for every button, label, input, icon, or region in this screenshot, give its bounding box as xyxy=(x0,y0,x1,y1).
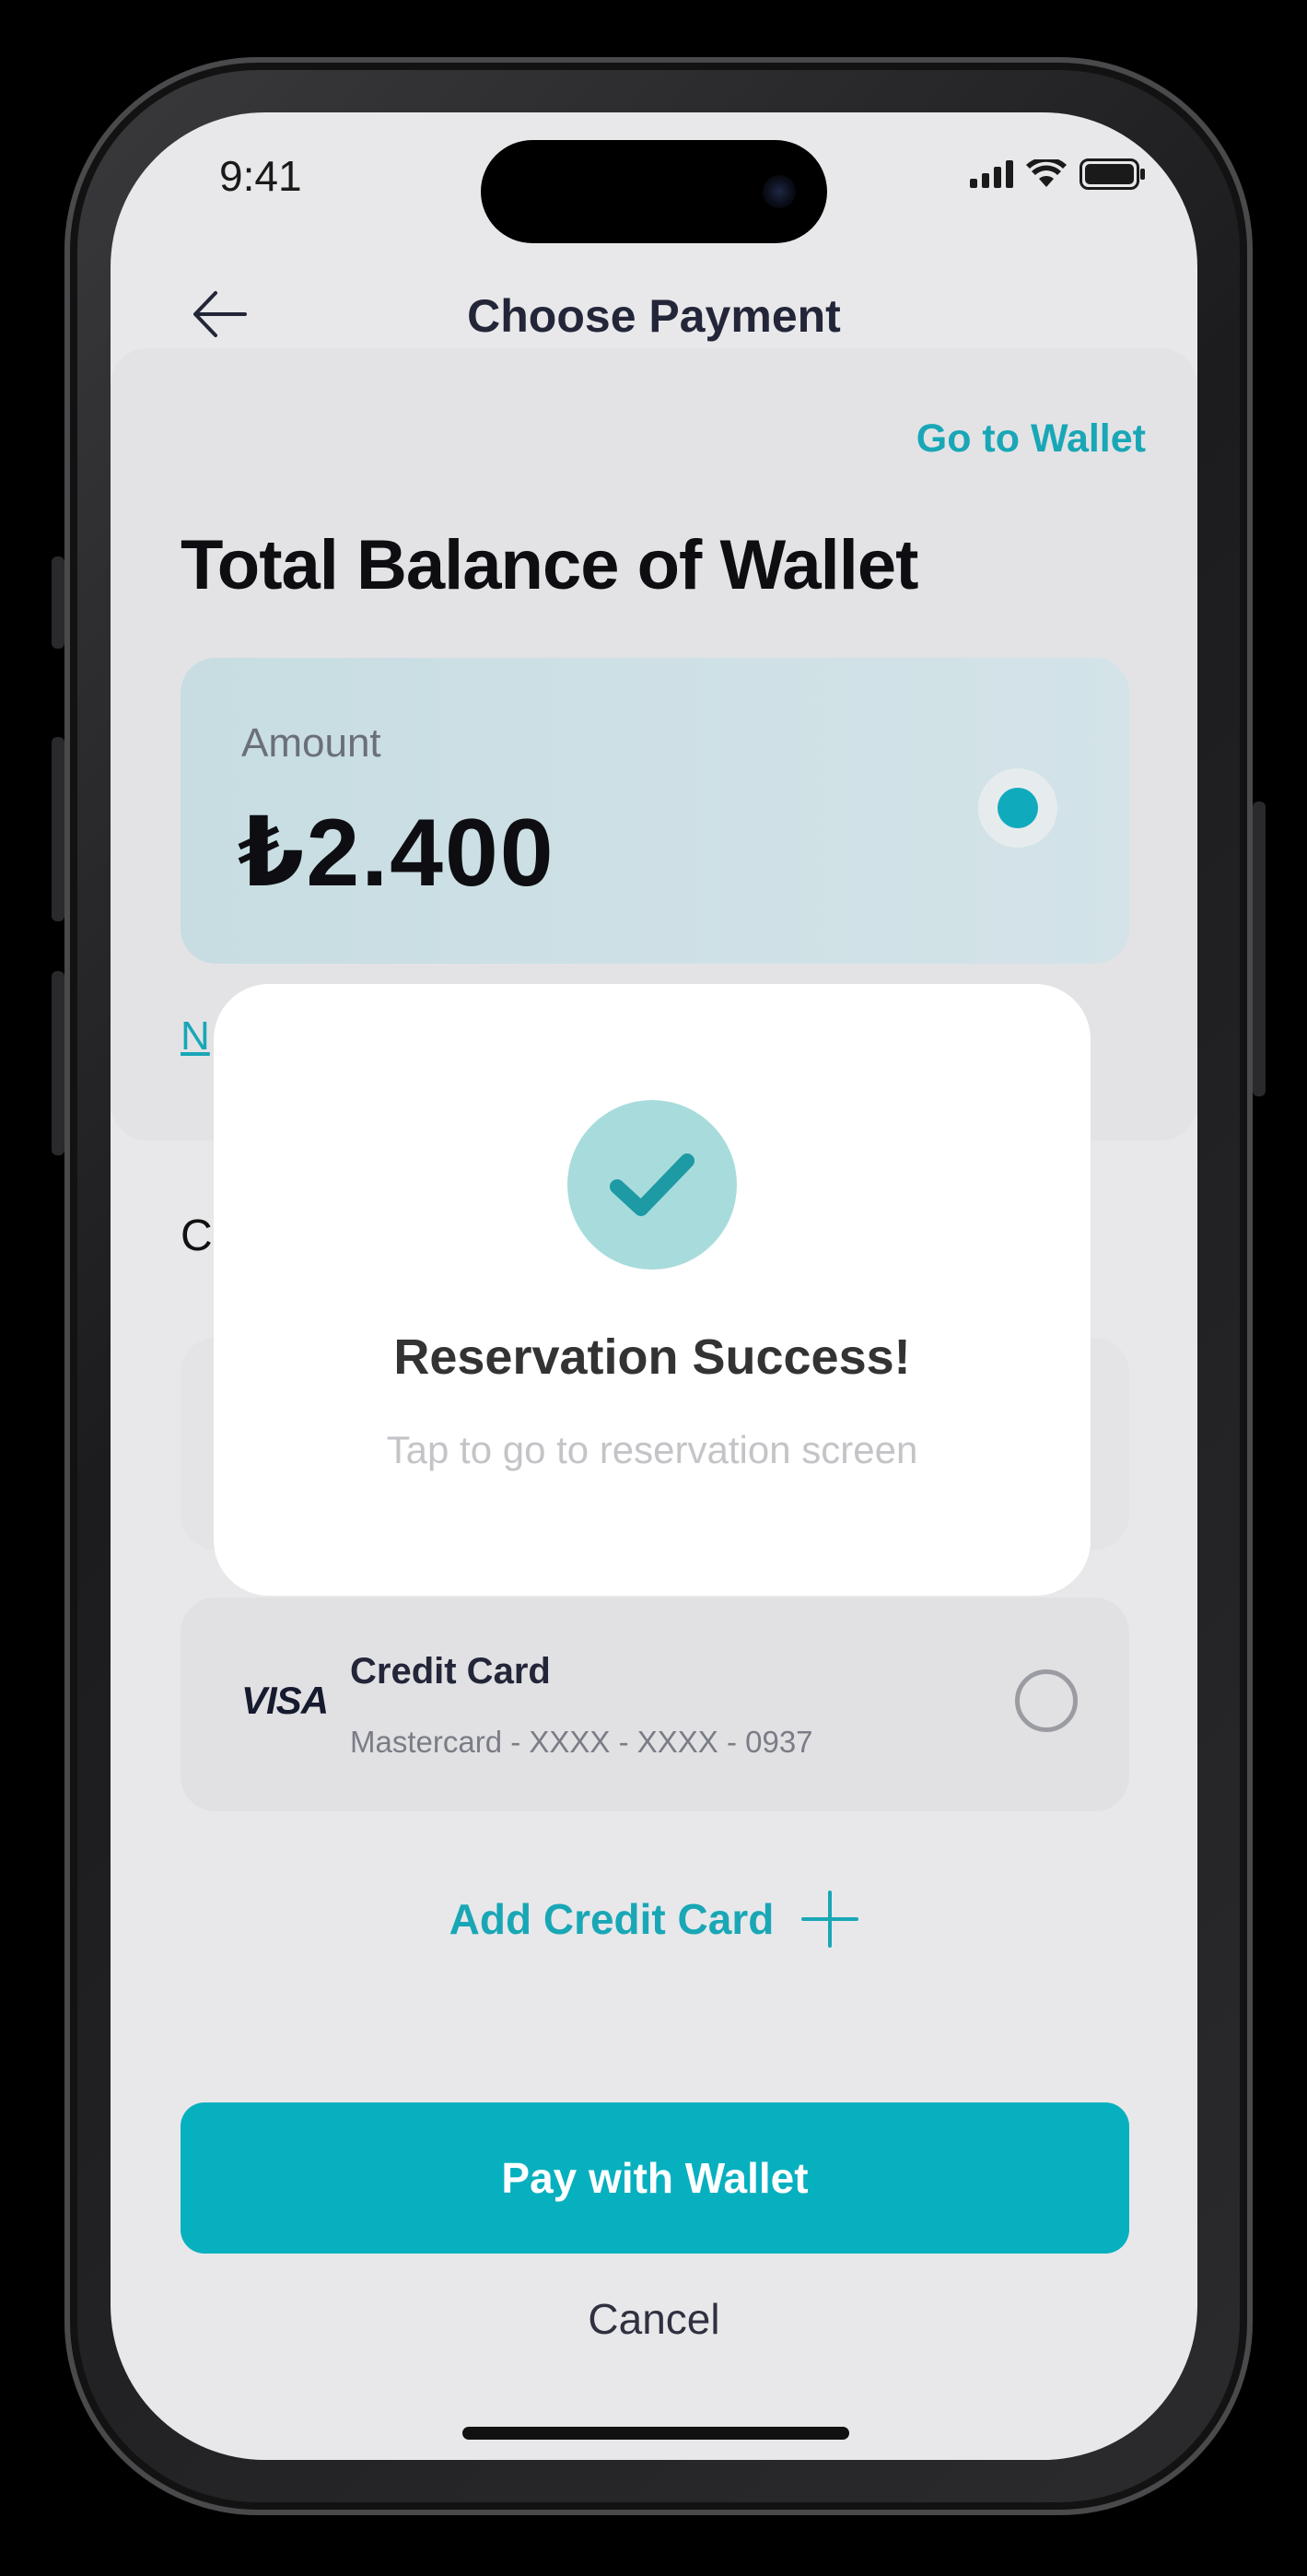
action-button xyxy=(52,556,64,649)
credit-card-number: Mastercard - XXXX - XXXX - 0937 xyxy=(350,1725,813,1759)
dynamic-island xyxy=(481,140,827,243)
cellular-signal-icon xyxy=(970,160,1013,188)
page-title: Choose Payment xyxy=(467,290,841,342)
power-button xyxy=(1253,802,1266,1096)
credit-card-option[interactable]: VISA Credit Card Mastercard - XXXX - XXX… xyxy=(181,1598,1129,1811)
add-credit-card-button[interactable]: Add Credit Card xyxy=(111,1891,1197,1948)
go-to-wallet-link[interactable]: Go to Wallet xyxy=(916,416,1146,462)
cancel-button[interactable]: Cancel xyxy=(111,2294,1197,2344)
pay-with-wallet-button[interactable]: Pay with Wallet xyxy=(181,2102,1129,2254)
status-time: 9:41 xyxy=(219,152,302,200)
reservation-success-modal[interactable]: Reservation Success! Tap to go to reserv… xyxy=(214,984,1091,1596)
plus-icon xyxy=(801,1891,859,1948)
status-icons xyxy=(970,158,1146,190)
phone-screen: 9:41 Choose Payment Go to Wallet Total B… xyxy=(111,112,1197,2460)
modal-title: Reservation Success! xyxy=(393,1329,911,1385)
modal-subtitle[interactable]: Tap to go to reservation screen xyxy=(214,1428,1091,1472)
add-credit-card-label: Add Credit Card xyxy=(449,1895,775,1943)
wallet-amount-card[interactable]: Amount ₺2.400 xyxy=(181,658,1129,964)
credit-card-title: Credit Card xyxy=(350,1651,551,1692)
amount-label: Amount xyxy=(241,720,381,766)
wallet-balance-title: Total Balance of Wallet xyxy=(181,526,918,604)
wallet-radio-selected[interactable] xyxy=(978,768,1057,848)
partially-hidden-section-label: C xyxy=(181,1212,213,1260)
volume-down-button xyxy=(52,971,64,1155)
success-badge xyxy=(567,1100,737,1270)
amount-value: ₺2.400 xyxy=(238,800,555,907)
header: Choose Payment xyxy=(111,269,1197,361)
checkmark-icon xyxy=(610,1153,694,1216)
volume-up-button xyxy=(52,737,64,921)
visa-logo: VISA xyxy=(241,1679,329,1722)
partially-hidden-link[interactable]: N xyxy=(181,1013,210,1060)
wifi-icon xyxy=(1026,159,1067,187)
camera-icon xyxy=(763,175,796,208)
home-indicator[interactable] xyxy=(462,2427,849,2440)
credit-card-radio[interactable] xyxy=(1015,1669,1078,1732)
battery-icon xyxy=(1079,158,1145,190)
